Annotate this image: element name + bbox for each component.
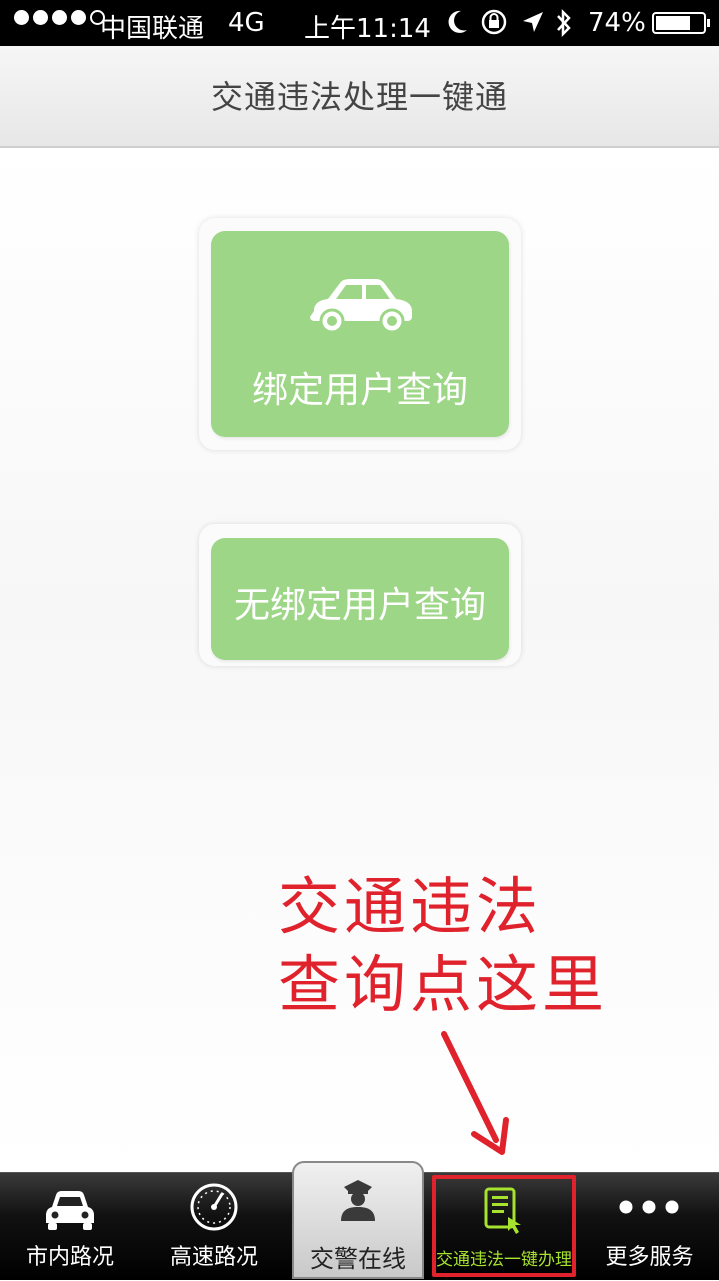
unbound-user-query-label: 无绑定用户查询 [233,585,486,626]
status-bar: 中国联通 4G 上午11:14 74% [0,0,719,46]
tab-highway-traffic-label: 高速路况 [169,1245,258,1270]
annotation-text: 交通违法 查询点这里 [278,868,608,1024]
tab-violation-processing-label: 交通违法一键办理 [436,1250,572,1270]
rotation-lock-icon [480,8,510,43]
bluetooth-icon [553,8,575,45]
tab-more-services-label: 更多服务 [605,1245,694,1270]
tab-police-online-label: 交警在线 [310,1245,406,1273]
location-icon [520,8,546,43]
annotation-line-1: 交通违法 [278,870,543,943]
status-time: 上午11:14 [304,14,431,44]
tab-more-services[interactable]: 更多服务 [580,1173,719,1281]
tab-highway-traffic[interactable]: 高速路况 [144,1173,284,1281]
annotation-line-2: 查询点这里 [278,948,609,1021]
battery-percent: 74% [588,8,646,38]
tab-city-traffic[interactable]: 市内路况 [0,1173,140,1281]
unbound-user-query-button[interactable]: 无绑定用户查询 [211,538,509,660]
signal-dots-icon [14,10,105,25]
tab-city-traffic-label: 市内路况 [25,1245,114,1270]
car-icon [310,279,412,334]
bound-user-query-button[interactable]: 绑定用户查询 [211,231,509,437]
police-officer-icon [341,1180,375,1221]
bottom-tab-bar: 市内路况 高速路况 交警在线 交通违法一键办理 更多服务 [0,1161,719,1281]
more-dots-icon [619,1200,679,1214]
carrier-label: 中国联通 [100,14,205,44]
page-title: 交通违法处理一键通 [210,78,508,116]
car-front-icon [46,1191,94,1230]
moon-icon [446,8,470,43]
tab-police-online[interactable]: 交警在线 [292,1161,424,1279]
unbound-query-card: 无绑定用户查询 [199,524,521,666]
tab-violation-processing[interactable]: 交通违法一键办理 [432,1173,576,1281]
battery-icon [652,12,710,34]
app-header: 交通违法处理一键通 [0,46,719,148]
annotation-arrow-icon [441,1031,509,1155]
tablet-touch-icon [484,1187,521,1234]
network-type: 4G [228,8,265,38]
bound-query-card: 绑定用户查询 [199,218,521,450]
bound-user-query-label: 绑定用户查询 [251,370,468,411]
speedometer-icon [190,1183,238,1231]
